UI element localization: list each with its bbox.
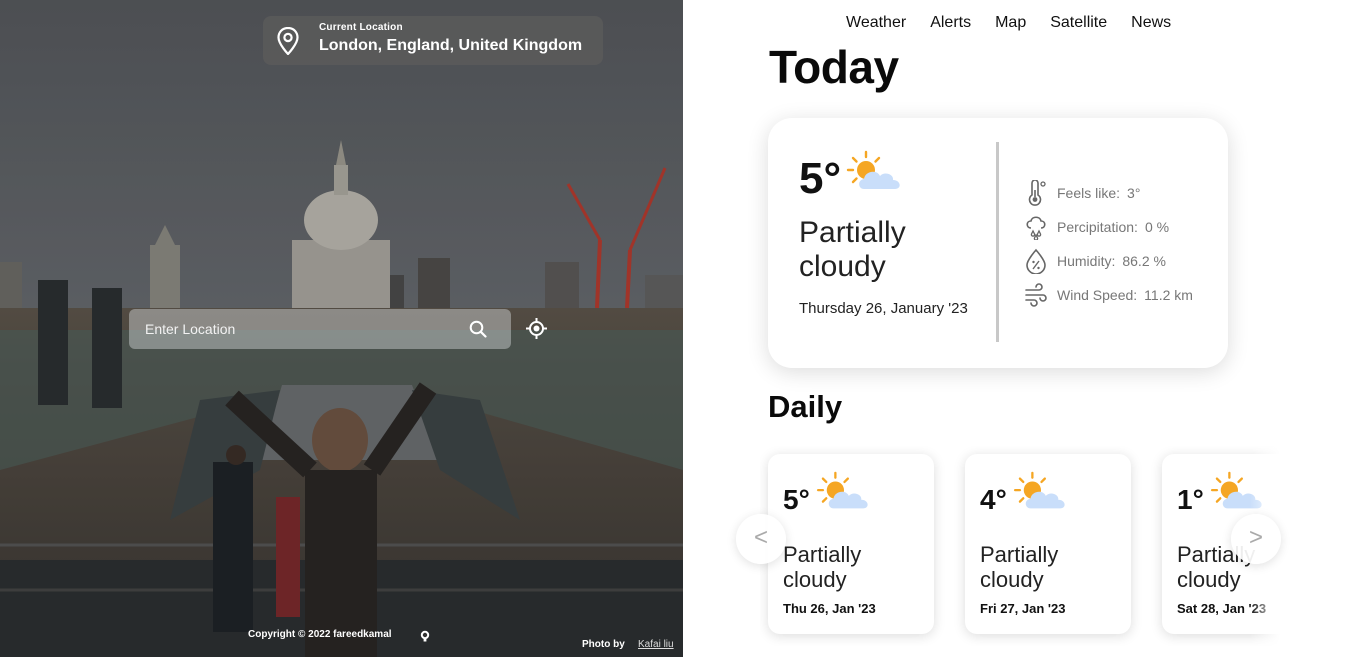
my-location-icon[interactable] — [526, 318, 547, 339]
stat-label: Humidity: — [1057, 253, 1116, 269]
github-icon[interactable] — [419, 630, 431, 642]
stat-value: 11.2 km — [1144, 287, 1193, 303]
wind-icon — [1025, 283, 1047, 307]
thermometer-icon — [1028, 180, 1046, 206]
today-stats: Feels like: 3° Percipitation: 0 % Humidi… — [1024, 176, 1193, 312]
photo-credit-label: Photo by — [582, 639, 625, 650]
daily-date: Fri 27, Jan '23 — [980, 601, 1066, 616]
partly-cloudy-icon — [1013, 471, 1065, 509]
location-pin-icon — [277, 27, 299, 55]
weather-app: Current Location London, England, United… — [0, 0, 1366, 657]
stat-value: 86.2 % — [1122, 253, 1166, 269]
partly-cloudy-icon — [816, 471, 868, 509]
daily-card[interactable]: 4° Partially cloudy Fri 27, Jan '23 — [965, 454, 1131, 634]
search-icon[interactable] — [469, 320, 487, 338]
rain-drops-icon — [1026, 216, 1046, 240]
card-divider — [996, 142, 999, 342]
today-heading: Today — [769, 41, 899, 93]
stat-wind-speed: Wind Speed: 11.2 km — [1024, 278, 1193, 312]
daily-heading: Daily — [768, 389, 843, 424]
location-search-input[interactable] — [129, 309, 459, 349]
current-location-caption: Current Location — [319, 22, 403, 33]
top-nav: Weather Alerts Map Satellite News — [846, 14, 1171, 32]
stat-value: 3° — [1127, 185, 1141, 201]
today-weather-card: 5° Partially cloudy Thursday 26, January… — [768, 118, 1228, 368]
carousel-prev-button[interactable]: < — [736, 514, 786, 564]
current-location-box: Current Location London, England, United… — [263, 16, 603, 65]
current-location-name: London, England, United Kingdom — [319, 37, 583, 54]
daily-card[interactable]: 5° Partially cloudy Thu 26, Jan '23 — [768, 454, 934, 634]
today-date: Thursday 26, January '23 — [799, 300, 968, 317]
nav-alerts[interactable]: Alerts — [930, 14, 971, 32]
today-temperature: 5° — [799, 154, 842, 203]
daily-date: Thu 26, Jan '23 — [783, 601, 876, 616]
stat-feels-like: Feels like: 3° — [1024, 176, 1193, 210]
nav-satellite[interactable]: Satellite — [1050, 14, 1107, 32]
daily-condition: Partially cloudy — [980, 542, 1059, 592]
nav-weather[interactable]: Weather — [846, 14, 906, 32]
daily-condition: Partially cloudy — [783, 542, 862, 592]
location-search-bar — [129, 309, 511, 349]
stat-label: Feels like: — [1057, 185, 1121, 201]
humidity-icon — [1026, 248, 1046, 274]
nav-news[interactable]: News — [1131, 14, 1171, 32]
stat-humidity: Humidity: 86.2 % — [1024, 244, 1193, 278]
background-photo-panel: Current Location London, England, United… — [0, 0, 683, 657]
daily-temperature: 5° — [783, 484, 810, 515]
nav-map[interactable]: Map — [995, 14, 1026, 32]
daily-temperature: 1° — [1177, 484, 1204, 515]
photo-author-link[interactable]: Kafai liu — [638, 639, 674, 650]
daily-forecast-carousel: 5° Partially cloudy Thu 26, Jan '23 4° P… — [760, 446, 1280, 646]
stat-label: Percipitation: — [1057, 219, 1138, 235]
carousel-next-button[interactable]: > — [1231, 514, 1281, 564]
daily-temperature: 4° — [980, 484, 1007, 515]
stat-precipitation: Percipitation: 0 % — [1024, 210, 1193, 244]
copyright-text: Copyright © 2022 fareedkamal — [248, 629, 392, 640]
stat-value: 0 % — [1144, 219, 1170, 235]
stat-label: Wind Speed: — [1057, 287, 1138, 303]
partly-cloudy-icon — [846, 150, 900, 189]
today-condition: Partially cloudy — [799, 216, 906, 283]
